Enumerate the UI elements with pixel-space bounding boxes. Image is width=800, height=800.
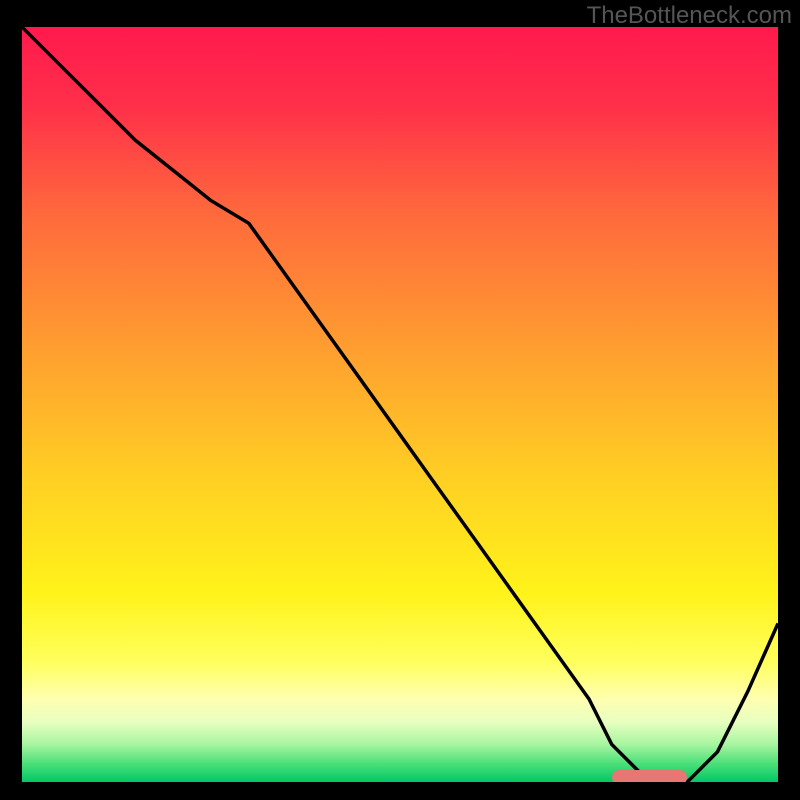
- optimal-marker: [612, 770, 688, 782]
- curve-line: [22, 27, 778, 782]
- plot-area: [22, 27, 778, 782]
- chart-container: TheBottleneck.com: [0, 0, 800, 800]
- watermark-text: TheBottleneck.com: [587, 2, 792, 30]
